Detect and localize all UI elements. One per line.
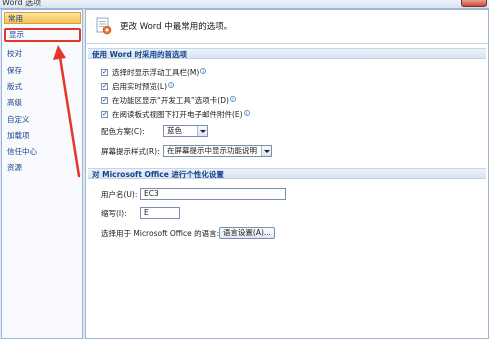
option-live-preview[interactable]: 启用实时预览(L)i bbox=[101, 81, 175, 92]
main-panel: 更改 Word 中最常用的选项。 使用 Word 时采用的首选项 选择时显示浮动… bbox=[85, 9, 489, 339]
initials-input[interactable]: E bbox=[140, 207, 180, 219]
sidebar-item-display[interactable]: 显示 bbox=[4, 28, 81, 42]
info-icon: i bbox=[168, 82, 175, 89]
banner-text: 更改 Word 中最常用的选项。 bbox=[120, 22, 233, 32]
sidebar-item-save[interactable]: 保存 bbox=[7, 65, 22, 77]
option-mini-toolbar[interactable]: 选择时显示浮动工具栏(M)i bbox=[101, 67, 207, 78]
sidebar-item-resources[interactable]: 资源 bbox=[7, 162, 22, 174]
checkbox[interactable] bbox=[101, 109, 108, 120]
sidebar-item-proofing[interactable]: 校对 bbox=[7, 48, 22, 60]
banner: 更改 Word 中最常用的选项。 bbox=[86, 10, 488, 44]
username-input[interactable]: EC3 bbox=[140, 188, 286, 200]
username-label: 用户名(U): bbox=[101, 190, 138, 199]
screentip-style-label: 屏幕提示样式(R): bbox=[101, 147, 160, 156]
screentip-style-dropdown[interactable]: 在屏幕提示中显示功能说明 bbox=[163, 145, 272, 157]
option-reading-layout-attachments[interactable]: 在阅读板式视图下打开电子邮件附件(E)i bbox=[101, 109, 250, 120]
language-label: 选择用于 Microsoft Office 的语言: bbox=[101, 229, 220, 238]
close-button[interactable] bbox=[461, 0, 487, 7]
info-icon: i bbox=[243, 110, 250, 117]
checkbox[interactable] bbox=[101, 81, 108, 92]
sidebar: 常用 显示 校对 保存 版式 高级 自定义 加载项 信任中心 资源 bbox=[1, 9, 83, 339]
option-developer-tab[interactable]: 在功能区显示“开发工具”选项卡(D)i bbox=[101, 95, 236, 106]
language-settings-button[interactable]: 语言设置(A)... bbox=[219, 227, 275, 239]
section-preferences-header: 使用 Word 时采用的首选项 bbox=[88, 48, 486, 59]
initials-label: 缩写(I): bbox=[101, 209, 127, 218]
chevron-down-icon[interactable] bbox=[197, 126, 207, 136]
section-personalize-header: 对 Microsoft Office 进行个性化设置 bbox=[88, 168, 486, 179]
sidebar-item-customize[interactable]: 自定义 bbox=[7, 114, 30, 126]
sidebar-item-layout[interactable]: 版式 bbox=[7, 81, 22, 93]
color-scheme-label: 配色方案(C): bbox=[101, 127, 145, 136]
info-icon: i bbox=[200, 68, 207, 75]
checkbox[interactable] bbox=[101, 67, 108, 78]
checkbox[interactable] bbox=[101, 95, 108, 106]
info-icon: i bbox=[229, 96, 236, 103]
title-bar: Word 选项 bbox=[0, 0, 489, 9]
options-icon bbox=[96, 17, 112, 35]
sidebar-item-advanced[interactable]: 高级 bbox=[7, 97, 22, 109]
sidebar-item-general[interactable]: 常用 bbox=[4, 12, 81, 24]
chevron-down-icon[interactable] bbox=[261, 146, 271, 156]
color-scheme-dropdown[interactable]: 蓝色 bbox=[163, 125, 208, 137]
window-title: Word 选项 bbox=[2, 0, 42, 7]
sidebar-item-trust-center[interactable]: 信任中心 bbox=[7, 146, 37, 158]
sidebar-item-addins[interactable]: 加载项 bbox=[7, 130, 30, 142]
